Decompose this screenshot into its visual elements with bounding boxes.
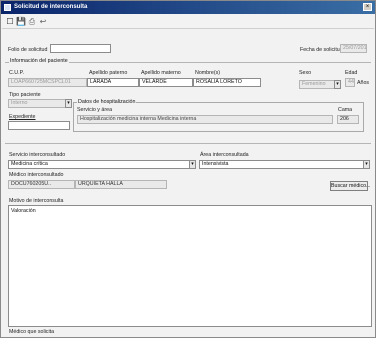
- reason-textarea[interactable]: Valoración: [8, 205, 372, 327]
- sex-column: Sexo: [299, 70, 312, 76]
- title-bar: Solicitud de interconsulta ×: [1, 1, 375, 14]
- maternal-column: Apellido materno: [141, 70, 181, 76]
- folio-input[interactable]: [50, 44, 111, 53]
- interconsult-area-label: Área interconsultada: [200, 152, 249, 158]
- bed-label: Cama: [338, 107, 353, 113]
- maternal-field[interactable]: VELARDE: [139, 78, 193, 87]
- search-doctor-button[interactable]: Buscar médico...: [330, 181, 370, 191]
- paternal-field[interactable]: LARADA: [87, 78, 139, 87]
- age-field[interactable]: 44: [345, 78, 355, 87]
- bed-field[interactable]: 206: [337, 115, 359, 124]
- sex-dropdown-icon[interactable]: ▾: [334, 80, 341, 89]
- interconsult-divider: [5, 143, 371, 144]
- folio-label: Folio de solicitud: [8, 47, 48, 53]
- cup-column: C.U.P.: [9, 70, 24, 76]
- names-field[interactable]: ROSALIA LORETO: [193, 78, 261, 87]
- patient-type-label: Tipo paciente: [9, 92, 41, 98]
- reason-label: Motivo de interconsulta: [9, 198, 64, 204]
- window-title: Solicitud de interconsulta: [14, 4, 88, 10]
- date-label: Fecha de solicitud: [300, 47, 343, 53]
- interconsult-area-dropdown-icon[interactable]: ▾: [363, 160, 370, 169]
- toolbar: ☐ 💾 ⎙ ↩: [2, 15, 374, 29]
- interconsult-area-select[interactable]: Intensivista: [199, 160, 364, 169]
- print-icon[interactable]: ⎙: [27, 17, 37, 27]
- requester-label: Médico que solicita: [9, 329, 55, 335]
- doctor-code-field[interactable]: DOCU760205U..: [8, 180, 75, 189]
- age-column: Edad: [345, 70, 358, 76]
- interconsult-service-label: Servicio interconsultado: [9, 152, 66, 158]
- age-unit: Años: [357, 80, 370, 86]
- cup-field[interactable]: LOAP660725MCSPCL01: [8, 78, 87, 87]
- record-label: Expediente: [9, 114, 36, 120]
- hospitalization-label: Datos de hospitalización: [77, 99, 137, 105]
- patient-type-dropdown-icon[interactable]: ▾: [65, 99, 72, 108]
- record-field[interactable]: [8, 121, 70, 130]
- sex-select[interactable]: Femenino: [299, 80, 335, 89]
- exit-icon[interactable]: ↩: [38, 17, 48, 27]
- interconsult-doctor-label: Médico interconsultado: [9, 172, 64, 178]
- service-area-field[interactable]: Hospitalización medicina interna Medicin…: [77, 115, 333, 124]
- close-icon[interactable]: ×: [363, 3, 372, 11]
- patient-info-label: Información del paciente: [9, 58, 69, 64]
- reason-text: Valoración: [11, 208, 36, 214]
- save-icon[interactable]: 💾: [16, 17, 26, 27]
- date-field[interactable]: 25/07/2011: [340, 44, 367, 53]
- patient-type-select[interactable]: Interno: [8, 99, 66, 108]
- paternal-column: Apellido paterno: [89, 70, 128, 76]
- new-document-icon[interactable]: ☐: [5, 17, 15, 27]
- app-icon: [4, 4, 11, 11]
- interconsult-window: Solicitud de interconsulta × ☐ 💾 ⎙ ↩ Fol…: [0, 0, 376, 338]
- service-area-label: Servicio y área: [77, 107, 113, 113]
- doctor-name-field[interactable]: URQUIETA HALLA: [75, 180, 167, 189]
- interconsult-service-dropdown-icon[interactable]: ▾: [189, 160, 196, 169]
- interconsult-service-select[interactable]: Medicina crítica: [8, 160, 190, 169]
- names-column: Nombre(s): [195, 70, 221, 76]
